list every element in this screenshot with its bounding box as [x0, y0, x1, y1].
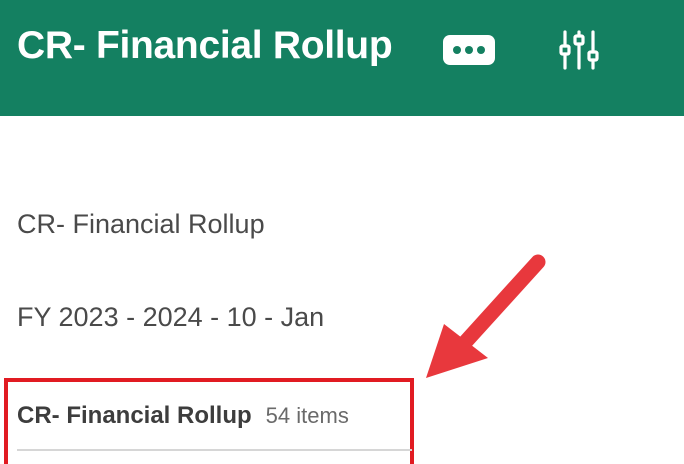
- dot: [453, 46, 461, 54]
- report-name: CR- Financial Rollup: [17, 209, 265, 239]
- arrow-annotation-icon: [426, 254, 546, 378]
- page-title: CR- Financial Rollup: [17, 24, 393, 67]
- dot: [477, 46, 485, 54]
- app-header: CR- Financial Rollup: [0, 0, 684, 116]
- fiscal-period: FY 2023 - 2024 - 10 - Jan: [17, 302, 325, 332]
- item-count: 54 items: [265, 403, 349, 428]
- list-divider: [17, 449, 412, 451]
- dot: [465, 46, 473, 54]
- filter-settings-button[interactable]: [557, 28, 601, 72]
- list-header: CR- Financial Rollup 54 items: [17, 402, 349, 430]
- sliders-icon: [559, 30, 599, 70]
- list-title: CR- Financial Rollup: [17, 402, 252, 429]
- more-horizontal-icon: [443, 35, 495, 65]
- more-actions-button[interactable]: [443, 35, 495, 65]
